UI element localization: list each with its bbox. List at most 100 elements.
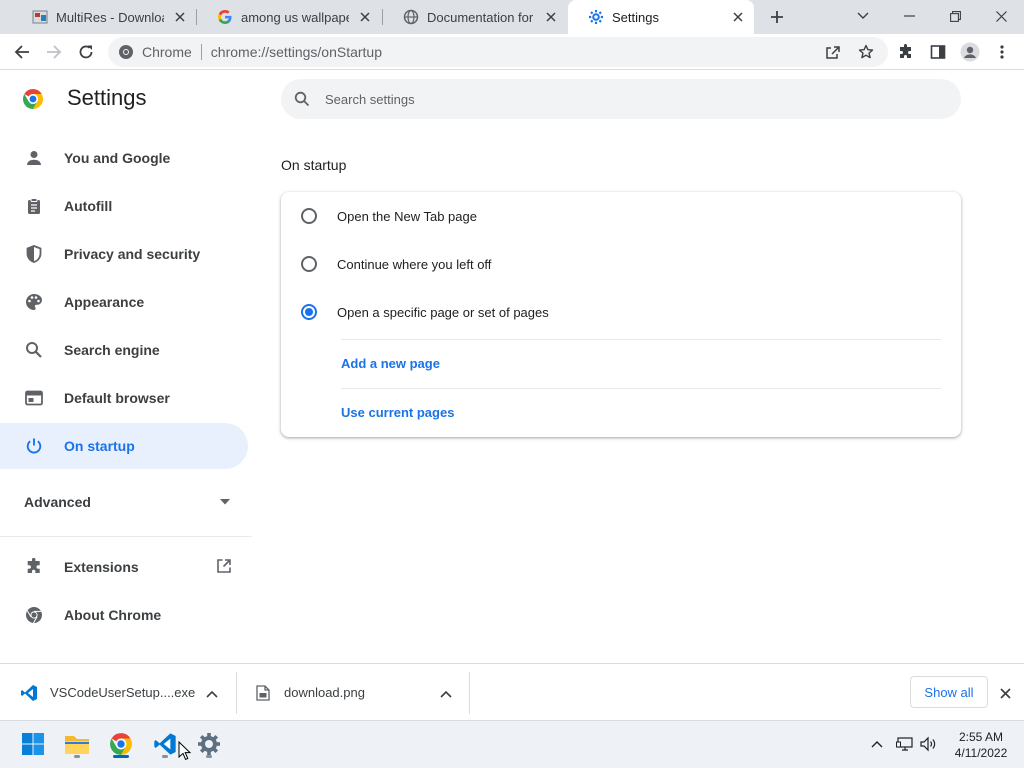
radio-open-specific-pages[interactable]: Open a specific page or set of pages bbox=[281, 288, 961, 336]
site-chip[interactable]: Chrome bbox=[108, 44, 192, 60]
palette-icon bbox=[24, 292, 44, 312]
new-tab-button[interactable] bbox=[764, 4, 790, 30]
chevron-up-icon[interactable] bbox=[206, 686, 218, 701]
tab-among-us[interactable]: among us wallpaper - G bbox=[197, 0, 381, 34]
chrome-icon[interactable] bbox=[106, 729, 136, 759]
minimize-icon bbox=[903, 15, 915, 17]
radio-label: Open the New Tab page bbox=[337, 208, 477, 224]
gear-icon bbox=[588, 9, 604, 25]
tab-settings[interactable]: Settings bbox=[568, 0, 754, 34]
tab-title: MultiRes - Download bbox=[56, 9, 164, 25]
sidebar-item-appearance[interactable]: Appearance bbox=[0, 279, 248, 325]
back-button[interactable] bbox=[8, 38, 36, 66]
forward-button[interactable] bbox=[40, 38, 68, 66]
page-title: Settings bbox=[67, 85, 147, 110]
sidebar-item-about-chrome[interactable]: About Chrome bbox=[0, 592, 248, 638]
search-settings-box[interactable] bbox=[281, 79, 961, 119]
tab-title: Documentation for Vis bbox=[427, 9, 535, 25]
close-icon[interactable] bbox=[357, 9, 373, 25]
sidebar-advanced-toggle[interactable]: Advanced bbox=[0, 482, 248, 522]
chrome-menu-button[interactable] bbox=[988, 38, 1016, 66]
advanced-label: Advanced bbox=[24, 494, 91, 510]
side-panel-button[interactable] bbox=[924, 38, 952, 66]
radio-open-new-tab[interactable]: Open the New Tab page bbox=[281, 192, 961, 240]
vscode-icon bbox=[20, 684, 38, 702]
multires-favicon-icon bbox=[32, 9, 48, 25]
bookmark-star-icon[interactable] bbox=[858, 44, 874, 60]
clock-date: 4/11/2022 bbox=[954, 746, 1008, 760]
sidebar-item-label: Privacy and security bbox=[64, 246, 201, 262]
url-text[interactable]: chrome://settings/onStartup bbox=[211, 44, 382, 60]
network-icon[interactable] bbox=[896, 735, 914, 753]
address-divider bbox=[200, 44, 202, 60]
volume-icon[interactable] bbox=[920, 735, 938, 753]
vscode-icon[interactable] bbox=[150, 729, 180, 759]
chrome-logo-icon bbox=[119, 45, 133, 59]
radio-button[interactable] bbox=[301, 208, 317, 224]
close-icon[interactable] bbox=[543, 9, 559, 25]
sidebar-item-label: Autofill bbox=[64, 198, 113, 214]
chrome-logo-icon bbox=[23, 89, 43, 109]
tab-title: among us wallpaper - G bbox=[241, 9, 349, 25]
globe-icon bbox=[403, 9, 419, 25]
tab-documentation[interactable]: Documentation for Vis bbox=[383, 0, 567, 34]
sidebar-item-search-engine[interactable]: Search engine bbox=[0, 327, 248, 373]
caret-down-icon bbox=[220, 499, 230, 505]
share-icon[interactable] bbox=[825, 44, 841, 60]
close-window-button[interactable] bbox=[978, 0, 1024, 32]
download-divider bbox=[469, 672, 470, 714]
avatar-icon bbox=[960, 42, 980, 62]
download-filename: VSCodeUserSetup....exe bbox=[50, 685, 196, 700]
download-bar: VSCodeUserSetup....exe download.png Show… bbox=[0, 663, 1024, 720]
show-all-downloads-button[interactable]: Show all bbox=[910, 676, 988, 708]
person-icon bbox=[24, 148, 44, 168]
sidebar-divider bbox=[0, 536, 252, 537]
close-icon[interactable] bbox=[730, 9, 746, 25]
site-label: Chrome bbox=[142, 44, 192, 60]
close-icon bbox=[999, 687, 1011, 699]
chevron-up-icon[interactable] bbox=[440, 686, 452, 701]
side-panel-icon bbox=[930, 45, 946, 59]
search-icon bbox=[24, 340, 44, 360]
radio-continue-where-left-off[interactable]: Continue where you left off bbox=[281, 240, 961, 288]
profile-button[interactable] bbox=[956, 38, 984, 66]
google-g-icon bbox=[217, 9, 233, 25]
use-current-pages-link[interactable]: Use current pages bbox=[341, 405, 454, 420]
sidebar-item-you-and-google[interactable]: You and Google bbox=[0, 135, 248, 181]
close-icon bbox=[995, 10, 1007, 22]
sidebar-item-extensions[interactable]: Extensions bbox=[0, 544, 248, 590]
search-settings-input[interactable] bbox=[325, 91, 925, 107]
address-bar[interactable]: Chrome chrome://settings/onStartup bbox=[108, 37, 888, 67]
reload-icon bbox=[79, 45, 93, 59]
taskbar-clock[interactable]: 2:55 AM 4/11/2022 bbox=[946, 729, 1016, 761]
tab-multires[interactable]: MultiRes - Download bbox=[12, 0, 196, 34]
tab-search-button[interactable] bbox=[840, 0, 886, 32]
on-startup-card: Open the New Tab page Continue where you… bbox=[281, 192, 961, 437]
file-explorer-icon[interactable] bbox=[62, 729, 92, 759]
download-item-vscode[interactable]: VSCodeUserSetup....exe bbox=[20, 664, 230, 721]
extensions-button[interactable] bbox=[892, 38, 920, 66]
sidebar-item-label: On startup bbox=[64, 438, 135, 454]
radio-button[interactable] bbox=[301, 256, 317, 272]
radio-button-selected[interactable] bbox=[301, 304, 317, 320]
add-new-page-link[interactable]: Add a new page bbox=[341, 356, 440, 371]
windows-start-icon[interactable] bbox=[18, 729, 48, 759]
close-icon[interactable] bbox=[172, 9, 188, 25]
sidebar-item-label: You and Google bbox=[64, 150, 171, 166]
restore-button[interactable] bbox=[932, 0, 978, 32]
download-item-png[interactable]: download.png bbox=[254, 664, 464, 721]
kebab-menu-icon bbox=[1000, 45, 1004, 59]
settings-gear-icon[interactable] bbox=[194, 729, 224, 759]
close-download-bar-button[interactable] bbox=[996, 684, 1014, 702]
sidebar-item-autofill[interactable]: Autofill bbox=[0, 183, 248, 229]
arrow-right-icon bbox=[47, 45, 62, 59]
show-hidden-icons-chevron-icon[interactable] bbox=[868, 735, 886, 753]
windows-taskbar: 2:55 AM 4/11/2022 bbox=[0, 720, 1024, 768]
mouse-cursor-icon bbox=[178, 740, 192, 766]
sidebar-item-label: Search engine bbox=[64, 342, 160, 358]
sidebar-item-default-browser[interactable]: Default browser bbox=[0, 375, 248, 421]
reload-button[interactable] bbox=[72, 38, 100, 66]
minimize-button[interactable] bbox=[886, 0, 932, 32]
sidebar-item-on-startup[interactable]: On startup bbox=[0, 423, 248, 469]
sidebar-item-privacy-and-security[interactable]: Privacy and security bbox=[0, 231, 248, 277]
